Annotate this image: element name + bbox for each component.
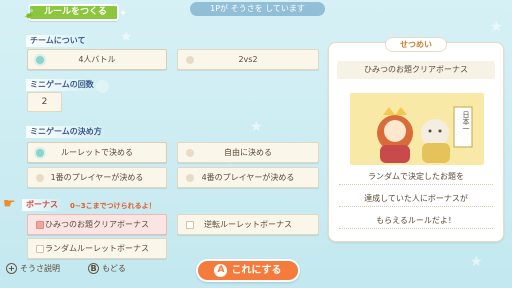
bonus-illustration: 日本一 bbox=[350, 93, 484, 165]
section-method-label: ミニゲームの決め方 bbox=[26, 126, 108, 138]
help-button[interactable]: + そうさ説明 bbox=[6, 263, 60, 274]
pointing-hand-icon: ☛ bbox=[3, 196, 16, 212]
radio-icon bbox=[186, 56, 194, 64]
description-panel: せつめい ひみつのお題クリアボーナス 日本一 ランダムで決定したお題を 達成して… bbox=[328, 37, 504, 242]
option-4-battle[interactable]: 4人バトル bbox=[27, 49, 167, 70]
sparkle-icon: ✦ bbox=[119, 9, 127, 19]
player-status: 1Pが そうさを しています bbox=[190, 2, 325, 16]
option-player1-decides[interactable]: 1番のプレイヤーが決める bbox=[27, 167, 167, 188]
checkbox-icon bbox=[36, 245, 44, 253]
description-line: もらえるルールだよ！ bbox=[339, 215, 493, 229]
radio-icon bbox=[36, 174, 44, 182]
checkbox-icon bbox=[36, 221, 44, 229]
plus-button-icon: + bbox=[6, 263, 17, 274]
rounds-value-field[interactable]: 2 bbox=[27, 92, 62, 112]
star-decoration: ★ bbox=[490, 19, 503, 35]
option-reversal-bonus[interactable]: 逆転ルーレットボーナス bbox=[177, 214, 319, 235]
panel-title: ひみつのお題クリアボーナス bbox=[337, 61, 495, 79]
section-bonus-label: ボーナス bbox=[22, 199, 64, 211]
bonus-warning: 0~3こまでつけられるよ！ bbox=[70, 202, 156, 210]
option-secret-bonus[interactable]: ひみつのお題クリアボーナス bbox=[27, 214, 167, 235]
confirm-button[interactable]: A これにする bbox=[196, 259, 300, 282]
leaf-icon: 🍃 bbox=[22, 6, 36, 19]
checkbox-icon bbox=[186, 221, 194, 229]
option-free-choice[interactable]: 自由に決める bbox=[177, 142, 319, 163]
star-decoration: ★ bbox=[470, 254, 483, 270]
radio-icon bbox=[36, 56, 44, 64]
description-line: 達成していた人にボーナスが bbox=[339, 193, 493, 207]
a-button-icon: A bbox=[214, 264, 228, 277]
page-title: 🍃 ルールをつくる ✦ bbox=[22, 4, 127, 21]
b-button-icon: B bbox=[88, 263, 99, 274]
radio-icon bbox=[186, 174, 194, 182]
section-rounds-label: ミニゲームの回数 bbox=[26, 79, 100, 91]
radio-icon bbox=[36, 149, 44, 157]
star-decoration: ★ bbox=[120, 29, 133, 45]
option-player4-decides[interactable]: 4番のプレイヤーが決める bbox=[177, 167, 319, 188]
sign-label: 日本一 bbox=[462, 111, 470, 132]
option-roulette[interactable]: ルーレットで決める bbox=[27, 142, 167, 163]
option-2vs2[interactable]: 2vs2 bbox=[177, 49, 319, 70]
radio-icon bbox=[186, 149, 194, 157]
star-decoration: ★ bbox=[250, 119, 263, 135]
back-button[interactable]: B もどる bbox=[88, 263, 126, 274]
section-team-label: チームについて bbox=[26, 35, 92, 47]
panel-heading: せつめい bbox=[385, 37, 447, 52]
option-random-bonus[interactable]: ランダムルーレットボーナス bbox=[27, 238, 167, 259]
description-line: ランダムで決定したお題を bbox=[339, 171, 493, 185]
